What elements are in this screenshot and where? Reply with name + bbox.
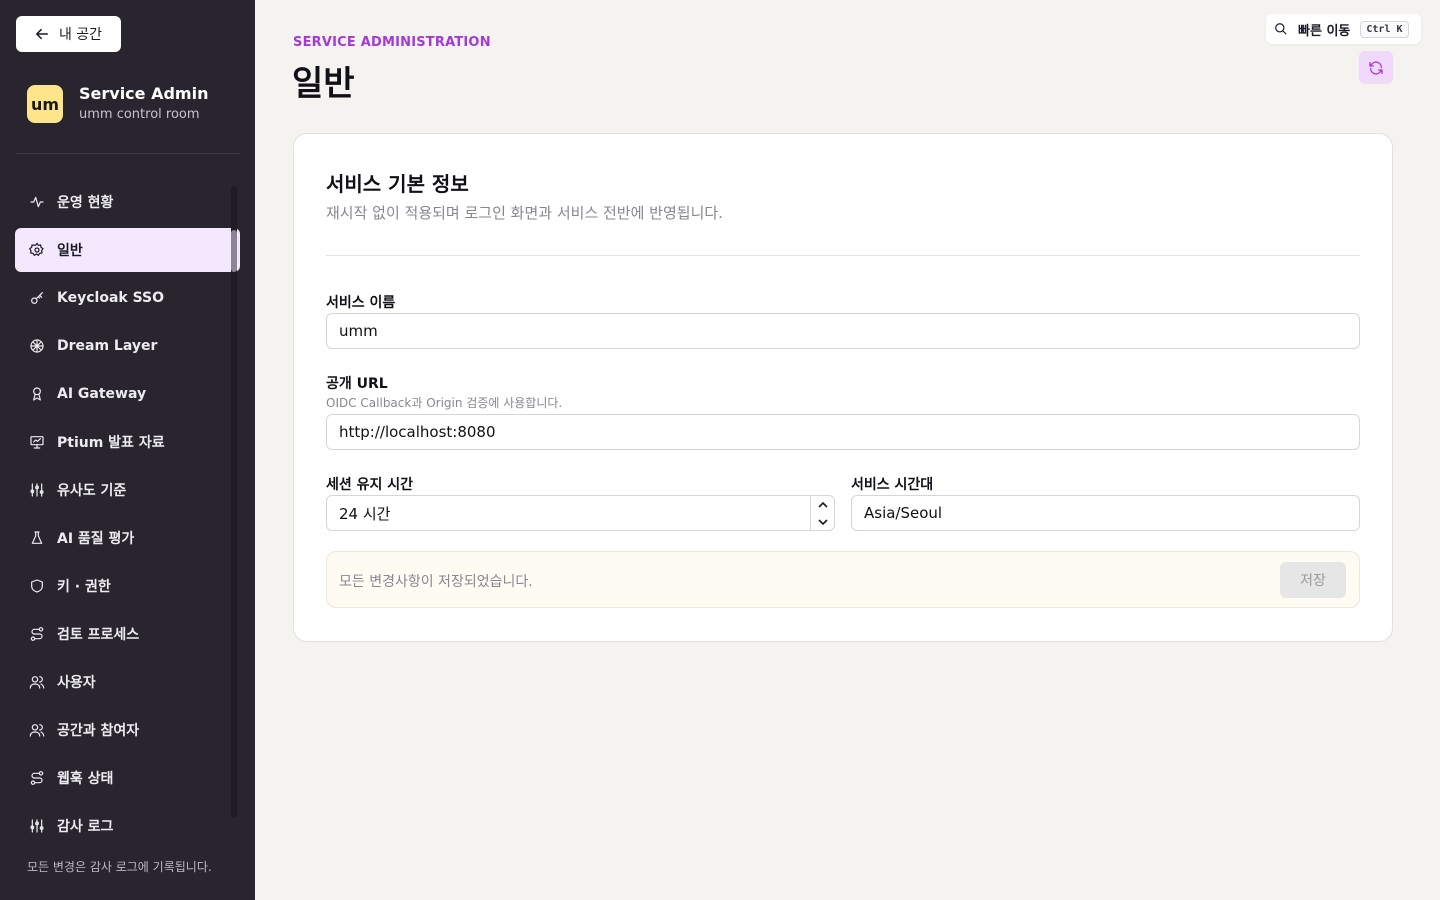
public-url-hint: OIDC Callback과 Origin 검증에 사용합니다. <box>326 396 563 410</box>
sidebar-item-webhook-status[interactable]: 웹훅 상태 <box>15 756 240 800</box>
save-bar: 모든 변경사항이 저장되었습니다. 저장 <box>326 551 1360 608</box>
key-icon <box>31 292 43 304</box>
sidebar: 내 공간 um Service Admin umm control room 운… <box>0 0 255 900</box>
sidebar-item-label: AI 품질 평가 <box>57 531 135 547</box>
sidebar-item-label: 공간과 참여자 <box>57 723 140 739</box>
quick-jump-button[interactable]: 빠른 이동 Ctrl K <box>1266 14 1421 44</box>
flask-icon <box>31 531 43 544</box>
public-url-input[interactable]: http://localhost:8080 <box>326 414 1360 450</box>
sidebar-item-label: AI Gateway <box>57 386 147 402</box>
sidebar-item-label: 검토 프로세스 <box>57 627 140 643</box>
sidebar-item-review-process[interactable]: 검토 프로세스 <box>15 612 240 656</box>
service-basic-info-card: 서비스 기본 정보 재시작 없이 적용되며 로그인 화면과 서비스 전반에 반영… <box>293 133 1393 642</box>
card-title: 서비스 기본 정보 <box>326 172 469 196</box>
chevron-up-icon[interactable] <box>817 501 828 509</box>
sidebar-item-keys-permissions[interactable]: 키 · 권한 <box>15 564 240 608</box>
sidebar-item-ai-quality[interactable]: AI 품질 평가 <box>15 516 240 560</box>
back-to-my-space-button[interactable]: 내 공간 <box>16 16 121 52</box>
save-button[interactable]: 저장 <box>1280 562 1346 598</box>
service-name-input[interactable]: umm <box>326 313 1360 349</box>
stepper-controls <box>810 496 834 530</box>
sidebar-item-label: Ptium 발표 자료 <box>57 435 165 451</box>
public-url-value: http://localhost:8080 <box>339 423 496 441</box>
save-status-text: 모든 변경사항이 저장되었습니다. <box>339 574 533 590</box>
brand-title: Service Admin <box>79 84 209 103</box>
chevron-down-icon[interactable] <box>817 518 828 526</box>
route-icon <box>30 771 44 785</box>
sidebar-scrollbar-thumb[interactable] <box>231 230 237 272</box>
bot-icon <box>33 387 41 401</box>
public-url-label: 공개 URL <box>326 376 388 392</box>
keyboard-shortcut: Ctrl K <box>1360 20 1409 38</box>
sidebar-scrollbar[interactable] <box>231 186 237 818</box>
route-icon <box>30 627 44 641</box>
sidebar-nav: 운영 현황 일반 Keycloak SSO Dream Layer AI Gat… <box>15 180 240 840</box>
sidebar-item-operations[interactable]: 운영 현황 <box>15 180 240 224</box>
sidebar-item-label: 키 · 권한 <box>57 579 111 595</box>
brand: um Service Admin umm control room <box>27 84 208 124</box>
card-description: 재시작 없이 적용되며 로그인 화면과 서비스 전반에 반영됩니다. <box>326 204 723 222</box>
sidebar-item-label: 감사 로그 <box>57 819 114 835</box>
sidebar-item-label: 웹훅 상태 <box>57 771 114 787</box>
shield-icon <box>31 579 43 593</box>
page-title: 일반 <box>292 64 355 104</box>
sidebar-item-label: 운영 현황 <box>57 195 114 211</box>
presentation-icon <box>30 436 44 449</box>
card-divider <box>326 255 1360 256</box>
brand-subtitle: umm control room <box>79 107 200 122</box>
sidebar-item-ptium-slides[interactable]: Ptium 발표 자료 <box>15 420 240 464</box>
refresh-icon <box>1369 60 1383 75</box>
brain-icon <box>30 339 44 353</box>
arrow-left-icon <box>35 28 48 40</box>
section-eyebrow: SERVICE ADMINISTRATION <box>293 35 491 50</box>
service-timezone-label: 서비스 시간대 <box>851 477 934 493</box>
sidebar-item-users[interactable]: 사용자 <box>15 660 240 704</box>
sidebar-item-label: 사용자 <box>57 675 96 691</box>
brand-logo: um <box>27 85 63 123</box>
sidebar-item-label: 유사도 기준 <box>57 483 127 499</box>
sidebar-divider <box>16 153 240 154</box>
sidebar-item-dream-layer[interactable]: Dream Layer <box>15 324 240 368</box>
back-button-label: 내 공간 <box>58 27 103 43</box>
sliders-icon <box>30 483 44 497</box>
sidebar-item-similarity-criteria[interactable]: 유사도 기준 <box>15 468 240 512</box>
service-name-value: umm <box>339 322 378 340</box>
service-timezone-value: Asia/Seoul <box>864 504 943 522</box>
activity-icon <box>30 196 44 208</box>
search-icon <box>1275 23 1287 35</box>
session-duration-label: 세션 유지 시간 <box>326 477 414 493</box>
gear-icon <box>29 242 44 256</box>
sidebar-footer-note: 모든 변경은 감사 로그에 기록됩니다. <box>27 860 212 874</box>
sidebar-item-ai-gateway[interactable]: AI Gateway <box>15 372 240 416</box>
refresh-button[interactable] <box>1359 51 1393 84</box>
service-name-label: 서비스 이름 <box>326 295 396 311</box>
sidebar-item-keycloak-sso[interactable]: Keycloak SSO <box>15 276 240 320</box>
session-duration-value: 24 시간 <box>339 504 391 523</box>
sidebar-item-label: 일반 <box>57 243 83 259</box>
users-icon <box>29 724 45 737</box>
users-icon <box>29 676 45 689</box>
sliders-icon <box>30 819 44 833</box>
session-duration-stepper[interactable]: 24 시간 <box>326 495 835 531</box>
quick-jump-label: 빠른 이동 <box>1298 23 1351 39</box>
sidebar-item-label: Dream Layer <box>57 338 158 354</box>
sidebar-item-spaces-participants[interactable]: 공간과 참여자 <box>15 708 240 752</box>
sidebar-item-general[interactable]: 일반 <box>15 228 240 272</box>
sidebar-item-label: Keycloak SSO <box>57 290 165 306</box>
sidebar-item-audit-log[interactable]: 감사 로그 <box>15 804 240 840</box>
service-timezone-input[interactable]: Asia/Seoul <box>851 495 1360 531</box>
